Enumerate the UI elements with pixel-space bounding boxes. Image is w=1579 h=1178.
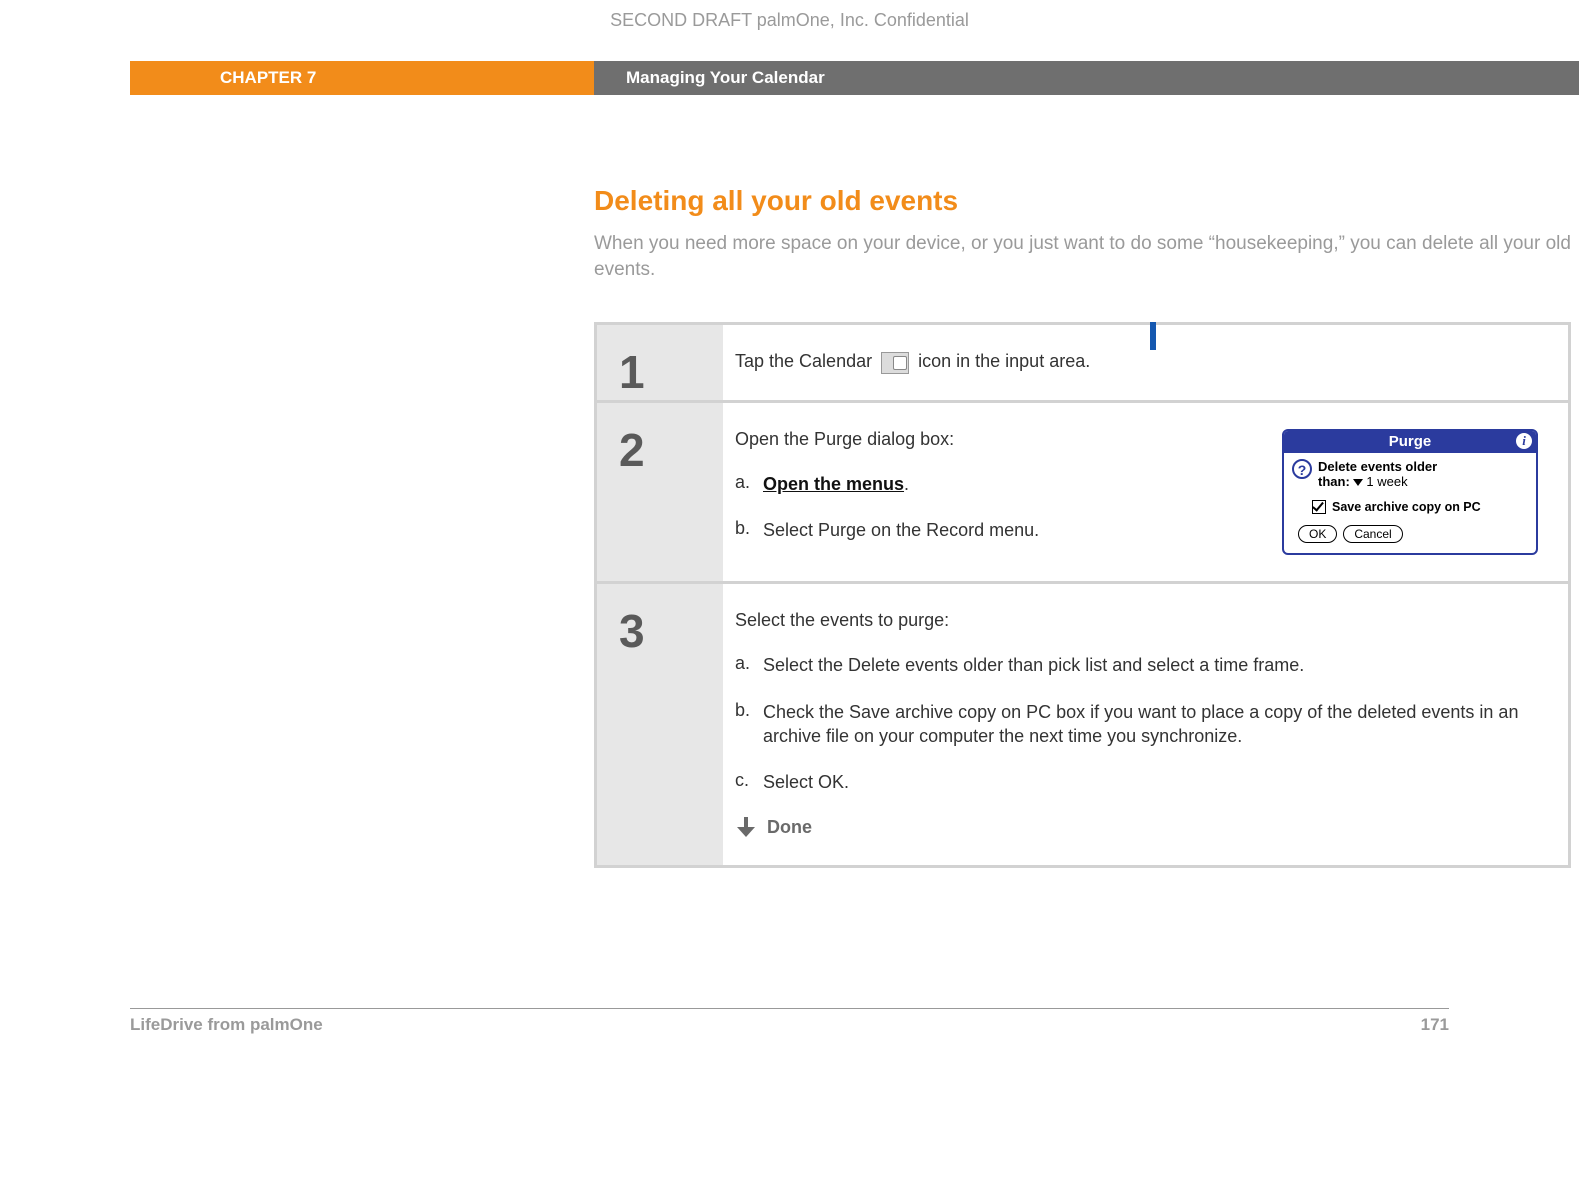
purge-dialog: Purge i ? Delete events older than: (1282, 429, 1538, 555)
dialog-title-text: Purge (1389, 433, 1432, 450)
sub-text: Select the Delete events older than pick… (763, 653, 1538, 677)
section-heading: Deleting all your old events (594, 185, 1571, 217)
info-icon[interactable]: i (1516, 433, 1532, 449)
checkbox-checked-icon (1312, 500, 1326, 514)
open-menus-link[interactable]: Open the menus (763, 474, 904, 494)
step-text-pre: Tap the Calendar (735, 351, 877, 371)
footer-product: LifeDrive from palmOne (130, 1015, 323, 1035)
dropdown-icon (1353, 479, 1363, 486)
checkbox-label: Save archive copy on PC (1332, 500, 1481, 515)
dialog-line2-label: than: (1318, 474, 1350, 489)
sub-letter: a. (735, 653, 763, 677)
step-2: 2 Open the Purge dialog box: a. Open the… (597, 403, 1568, 581)
sub-text: Check the Save archive copy on PC box if… (763, 700, 1538, 749)
page-footer: LifeDrive from palmOne 171 (130, 1008, 1449, 1035)
dialog-line1: Delete events older (1318, 459, 1437, 475)
step-number: 2 (597, 403, 723, 581)
step-number: 1 (597, 325, 723, 399)
step-body: Select the events to purge: a. Select th… (723, 584, 1568, 865)
steps-list: 1 Tap the Calendar icon in the input are… (594, 322, 1571, 867)
step-1: 1 Tap the Calendar icon in the input are… (597, 325, 1568, 399)
sub-letter: a. (735, 472, 763, 496)
draft-watermark: SECOND DRAFT palmOne, Inc. Confidential (0, 0, 1579, 61)
step-body: Open the Purge dialog box: a. Open the m… (723, 403, 1568, 581)
banner-spacer (0, 61, 130, 95)
done-indicator: Done (735, 817, 1538, 839)
picklist-value: 1 week (1366, 474, 1407, 489)
step-body: Tap the Calendar icon in the input area. (723, 325, 1568, 399)
sub-suffix: . (904, 474, 909, 494)
chapter-title: Managing Your Calendar (594, 61, 1579, 95)
step-3: 3 Select the events to purge: a. Select … (597, 584, 1568, 865)
cancel-button[interactable]: Cancel (1343, 525, 1402, 543)
footer-page-number: 171 (1421, 1015, 1449, 1035)
picklist[interactable]: 1 week (1353, 474, 1407, 489)
section-intro: When you need more space on your device,… (594, 231, 1571, 282)
chapter-banner: CHAPTER 7 Managing Your Calendar (0, 61, 1579, 95)
sub-text: Open the menus. (763, 472, 1258, 496)
question-icon: ? (1292, 459, 1312, 479)
chapter-label: CHAPTER 7 (130, 61, 594, 95)
sub-text: Select Purge on the Record menu. (763, 518, 1258, 542)
change-bar-icon (1150, 322, 1156, 350)
sub-letter: b. (735, 518, 763, 542)
archive-checkbox-row[interactable]: Save archive copy on PC (1312, 500, 1528, 515)
step-text-post: icon in the input area. (918, 351, 1090, 371)
sub-text: Select OK. (763, 770, 1538, 794)
sub-letter: c. (735, 770, 763, 794)
step-lead: Select the events to purge: (735, 610, 1538, 632)
sub-letter: b. (735, 700, 763, 749)
done-label: Done (767, 817, 812, 839)
ok-button[interactable]: OK (1298, 525, 1337, 543)
step-number: 3 (597, 584, 723, 865)
down-arrow-icon (735, 817, 757, 839)
calendar-icon (881, 352, 909, 374)
step-lead: Open the Purge dialog box: (735, 429, 1258, 451)
dialog-title: Purge i (1284, 431, 1536, 453)
